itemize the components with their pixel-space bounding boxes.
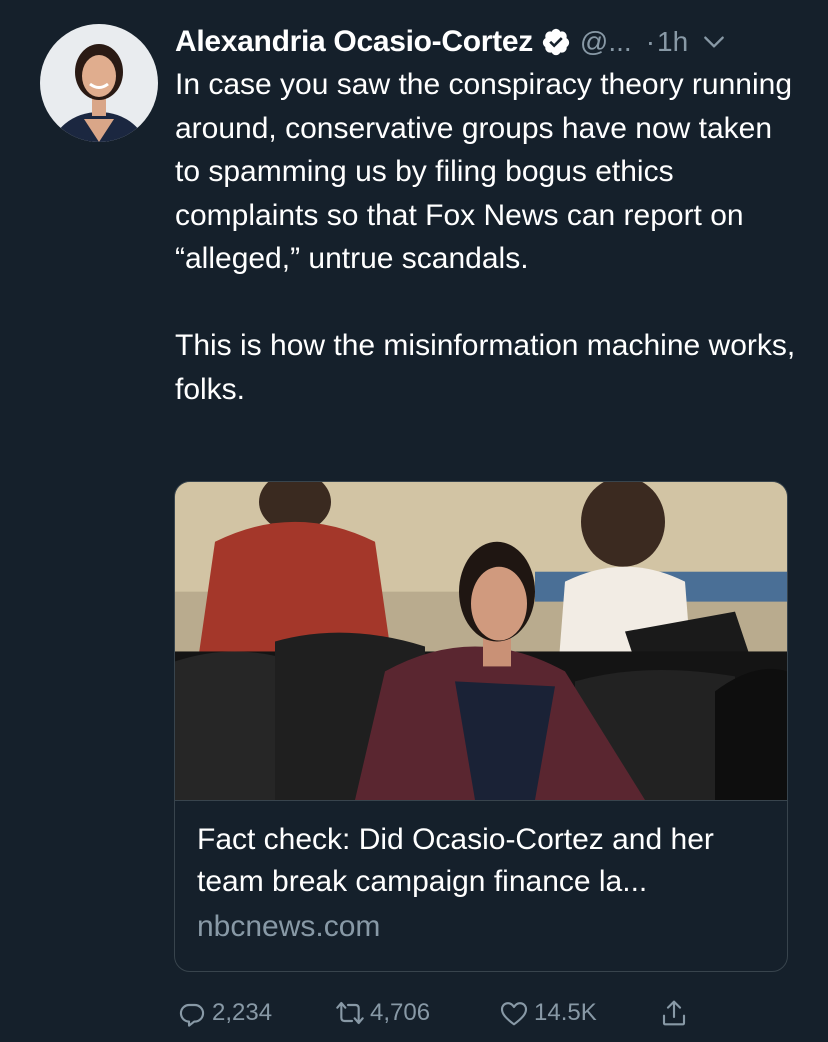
card-title: Fact check: Did Ocasio-Cortez and her te… bbox=[197, 823, 714, 898]
link-card[interactable]: Fact check: Did Ocasio-Cortez and her te… bbox=[174, 481, 788, 972]
tweet-header: Alexandria Ocasio-Cortez @... · 1h bbox=[175, 22, 804, 62]
tweet-actions: 2,234 4,706 14.5K bbox=[0, 990, 828, 1036]
tweet-timestamp[interactable]: 1h bbox=[657, 26, 688, 58]
verified-badge-icon bbox=[542, 28, 570, 56]
retweet-button[interactable]: 4,706 bbox=[334, 990, 430, 1036]
author-handle[interactable]: @... bbox=[580, 26, 632, 58]
reply-button[interactable]: 2,234 bbox=[176, 990, 272, 1036]
separator-dot: · bbox=[645, 26, 656, 57]
retweet-count: 4,706 bbox=[370, 999, 431, 1026]
like-button[interactable]: 14.5K bbox=[498, 990, 597, 1036]
chevron-down-icon[interactable] bbox=[701, 29, 727, 55]
card-image bbox=[175, 482, 787, 801]
avatar-image bbox=[40, 24, 158, 142]
author-name[interactable]: Alexandria Ocasio-Cortez bbox=[175, 25, 533, 59]
card-domain: nbcnews.com bbox=[197, 910, 381, 943]
tweet-text: In case you saw the conspiracy theory ru… bbox=[175, 68, 796, 406]
share-icon bbox=[662, 1000, 686, 1026]
reply-count: 2,234 bbox=[212, 999, 273, 1026]
reply-icon bbox=[179, 1003, 205, 1027]
share-button[interactable] bbox=[658, 990, 690, 1036]
like-count: 14.5K bbox=[534, 999, 597, 1026]
avatar[interactable] bbox=[40, 24, 158, 142]
retweet-icon bbox=[336, 1001, 364, 1025]
like-icon bbox=[500, 1002, 528, 1026]
